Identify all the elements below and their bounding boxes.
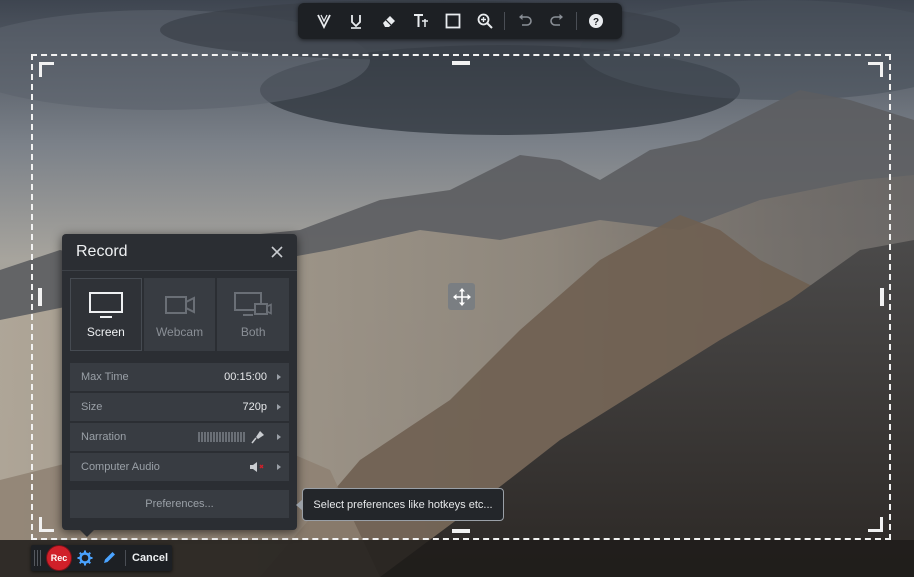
preferences-button[interactable]: Preferences... [70, 490, 289, 518]
webcam-icon [164, 295, 195, 314]
svg-text:?: ? [593, 17, 599, 28]
resize-handle-right[interactable] [880, 288, 884, 306]
microphone-icon [251, 430, 265, 444]
redo-icon[interactable] [541, 3, 573, 39]
record-mode-selector: Screen Webcam Both [70, 278, 290, 351]
gear-icon[interactable] [75, 548, 95, 568]
pencil-icon[interactable] [99, 548, 119, 568]
narration-level-meter [198, 432, 245, 442]
eraser-icon[interactable] [372, 3, 404, 39]
resize-handle-top[interactable] [452, 61, 470, 65]
mode-both-button[interactable]: Both [217, 278, 290, 351]
undo-icon[interactable] [508, 3, 540, 39]
resize-corner-bottom-left[interactable] [39, 517, 54, 532]
recorder-control-bar: Rec Cancel [31, 545, 172, 571]
max-time-row[interactable]: Max Time 00:15:00 [70, 363, 289, 391]
narration-row[interactable]: Narration [70, 423, 289, 451]
max-time-label: Max Time [81, 371, 129, 383]
control-bar-divider [125, 550, 126, 566]
preferences-tooltip: Select preferences like hotkeys etc... [296, 488, 504, 521]
tooltip-text: Select preferences like hotkeys etc... [313, 498, 493, 511]
help-icon[interactable]: ? [580, 3, 612, 39]
monitor-icon [88, 291, 123, 318]
computer-audio-row[interactable]: Computer Audio [70, 453, 289, 481]
resize-corner-top-left[interactable] [39, 62, 54, 77]
toolbar-divider [575, 12, 577, 30]
panel-pointer [80, 530, 94, 537]
panel-divider [62, 270, 297, 271]
resize-handle-left[interactable] [38, 288, 42, 306]
move-handle[interactable] [448, 283, 475, 310]
resize-corner-top-right[interactable] [868, 62, 883, 77]
close-icon[interactable] [269, 244, 285, 260]
chevron-right-icon [277, 434, 281, 440]
mode-screen-button[interactable]: Screen [70, 278, 142, 351]
toolbar-divider [504, 12, 506, 30]
size-value: 720p [242, 401, 267, 413]
resize-handle-bottom[interactable] [452, 529, 470, 533]
drag-grip[interactable] [34, 550, 42, 566]
mode-label: Screen [86, 324, 125, 339]
size-row[interactable]: Size 720p [70, 393, 289, 421]
mode-label: Webcam [155, 324, 204, 339]
mode-webcam-button[interactable]: Webcam [143, 278, 216, 351]
drawing-toolbar: ? [298, 3, 622, 39]
computer-audio-label: Computer Audio [81, 461, 160, 473]
size-label: Size [81, 401, 103, 413]
rectangle-icon[interactable] [437, 3, 469, 39]
move-arrows-icon [452, 287, 471, 306]
record-settings: Max Time 00:15:00 Size 720p Narration Co… [70, 363, 289, 483]
record-button[interactable]: Rec [47, 546, 71, 570]
chevron-right-icon [277, 374, 281, 380]
chevron-right-icon [277, 464, 281, 470]
screen-webcam-icon [234, 291, 272, 316]
pen-icon[interactable] [308, 3, 340, 39]
panel-title: Record [76, 243, 128, 260]
mode-label: Both [240, 324, 266, 339]
resize-corner-bottom-right[interactable] [868, 517, 883, 532]
highlighter-icon[interactable] [340, 3, 372, 39]
chevron-right-icon [277, 404, 281, 410]
text-tool-icon[interactable] [405, 3, 437, 39]
narration-label: Narration [81, 431, 127, 443]
cancel-button[interactable]: Cancel [132, 552, 168, 564]
record-panel: Record Screen Webcam Both Max Time 00:15… [62, 234, 297, 537]
speaker-muted-icon [249, 461, 265, 473]
max-time-value: 00:15:00 [224, 371, 267, 383]
zoom-icon[interactable] [469, 3, 501, 39]
